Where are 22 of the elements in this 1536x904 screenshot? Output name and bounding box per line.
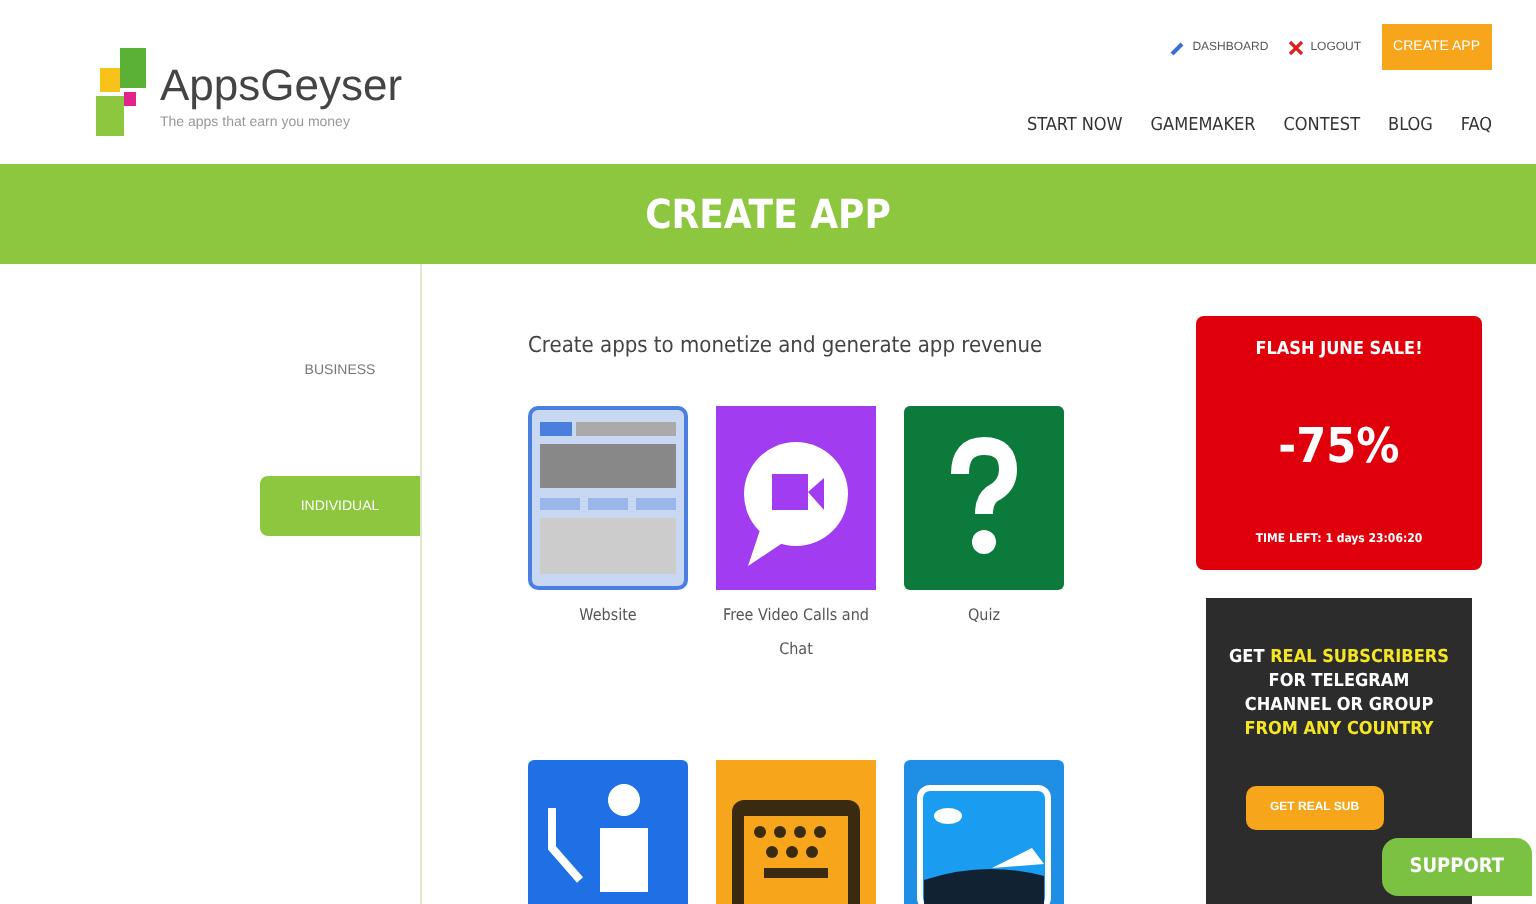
landscape-photo-icon — [904, 760, 1064, 904]
content-heading: Create apps to monetize and generate app revenue — [528, 332, 1043, 358]
nav-link[interactable]: BLOG — [1388, 116, 1433, 136]
sale-title: FLASH JUNE SALE! — [1255, 340, 1423, 360]
nav-link[interactable]: START NOW — [1026, 116, 1123, 136]
page-title-banner: CREATE APP — [0, 164, 1536, 264]
nav-link[interactable]: FAQ — [1460, 116, 1492, 136]
logo-text: AppsGeyser — [160, 59, 403, 111]
browser-window-icon — [528, 406, 688, 590]
keyboard-icon — [716, 760, 876, 904]
nav-link[interactable]: CONTEST — [1283, 116, 1361, 136]
video-chat-icon — [716, 406, 876, 590]
nav-link[interactable]: GAMEMAKER — [1150, 116, 1256, 136]
app-type-label[interactable]: Quiz — [967, 598, 1000, 632]
logo-icon — [96, 48, 148, 140]
app-type-label[interactable]: Website — [579, 598, 637, 632]
app-type-label[interactable]: Free Video Calls and Chat — [716, 598, 876, 666]
ad-text: GET REAL SUBSCRIBERS FOR TELEGRAM CHANNEL OR GROUP FROM ANY COUNTRY — [1229, 645, 1449, 742]
discount-text: -75% — [1278, 417, 1400, 474]
close-icon — [1288, 39, 1305, 55]
question-mark-icon — [904, 406, 1064, 590]
pencil-icon — [1170, 39, 1187, 55]
